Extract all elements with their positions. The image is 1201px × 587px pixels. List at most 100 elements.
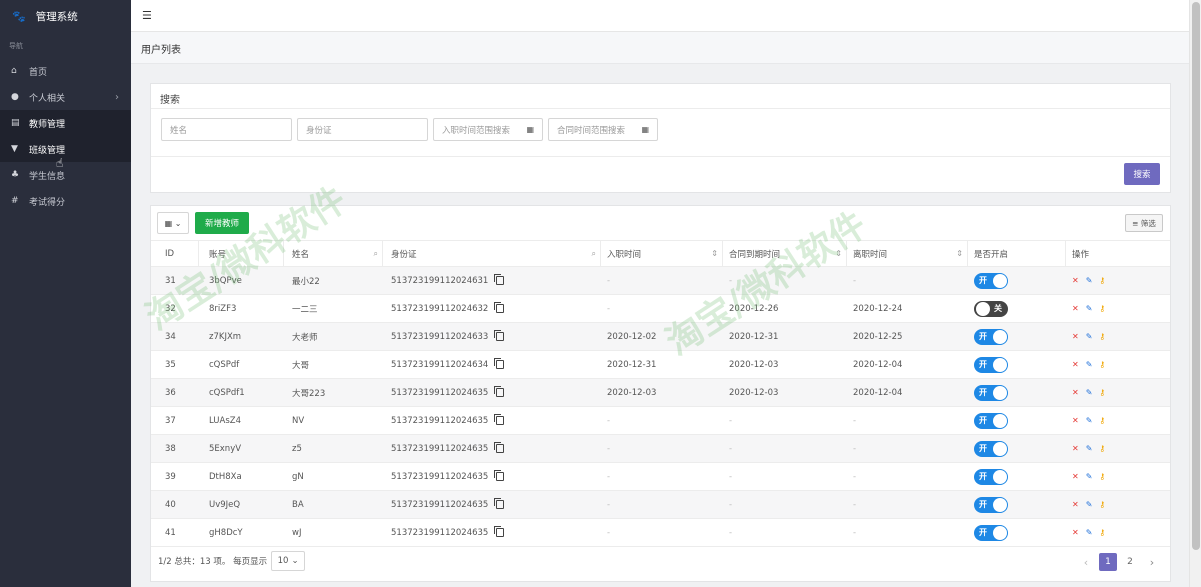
delete-icon[interactable]: ✕: [1072, 500, 1079, 509]
sidebar-item-scores[interactable]: # 考试得分: [0, 188, 131, 214]
enabled-toggle[interactable]: 开: [974, 524, 1008, 541]
key-icon[interactable]: ⚷: [1099, 444, 1105, 453]
sort-icon[interactable]: ⇕: [835, 249, 842, 258]
search-icon[interactable]: ⌕: [592, 249, 596, 259]
delete-icon[interactable]: ✕: [1072, 332, 1079, 341]
page-button-1[interactable]: 1: [1099, 553, 1117, 571]
name-input-placeholder: 姓名: [170, 125, 188, 136]
edit-icon[interactable]: ✎: [1086, 360, 1093, 369]
prev-page-icon[interactable]: ‹: [1077, 553, 1095, 571]
copy-icon[interactable]: [494, 498, 505, 509]
sidebar-item-students[interactable]: ♣ 学生信息: [0, 162, 131, 188]
delete-icon[interactable]: ✕: [1072, 304, 1079, 313]
sort-icon[interactable]: ⇕: [956, 249, 963, 258]
key-icon[interactable]: ⚷: [1099, 416, 1105, 425]
col-header-name[interactable]: 姓名 ⌕: [284, 241, 383, 266]
edit-icon[interactable]: ✎: [1086, 416, 1093, 425]
sidebar-item-teachers[interactable]: ▤ 教师管理: [0, 110, 131, 136]
name-input[interactable]: 姓名: [161, 118, 292, 141]
key-icon[interactable]: ⚷: [1099, 528, 1105, 537]
copy-icon[interactable]: [494, 358, 505, 369]
next-page-icon[interactable]: ›: [1143, 553, 1161, 571]
columns-toggle-button[interactable]: ▦ ⌄: [157, 212, 189, 234]
edit-icon[interactable]: ✎: [1086, 276, 1093, 285]
vertical-scrollbar[interactable]: [1189, 0, 1201, 587]
menu-toggle-icon[interactable]: ☰: [142, 9, 152, 22]
pagination: ‹ 1 2 ›: [1077, 553, 1161, 571]
copy-icon[interactable]: [494, 442, 505, 453]
enabled-toggle[interactable]: 开: [974, 468, 1008, 485]
col-header-idcard[interactable]: 身份证 ⌕: [383, 241, 601, 266]
copy-icon[interactable]: [494, 526, 505, 537]
copy-icon[interactable]: [494, 330, 505, 341]
edit-icon[interactable]: ✎: [1086, 332, 1093, 341]
table-row: 39 DtH8Xa gN 513723199112024635 - - - 开 ✕ ✎ ⚷: [151, 463, 1170, 491]
enabled-toggle[interactable]: 开: [974, 356, 1008, 373]
delete-icon[interactable]: ✕: [1072, 276, 1079, 285]
enabled-toggle[interactable]: 开: [974, 272, 1008, 289]
edit-icon[interactable]: ✎: [1086, 500, 1093, 509]
delete-icon[interactable]: ✕: [1072, 388, 1079, 397]
cell-leave-value: -: [853, 415, 857, 426]
page-size-select[interactable]: 10 ⌄: [271, 551, 306, 571]
col-header-contract[interactable]: 合同到期时间 ⇕: [723, 241, 847, 266]
delete-icon[interactable]: ✕: [1072, 444, 1079, 453]
col-header-account[interactable]: 账号: [199, 241, 284, 266]
enabled-toggle[interactable]: 开: [974, 412, 1008, 429]
enabled-toggle[interactable]: 开: [974, 440, 1008, 457]
contract-date-range-input[interactable]: 合同时间范围搜索 ▦: [548, 118, 658, 141]
sort-icon[interactable]: ⇕: [711, 249, 718, 258]
cell-contract-value: 2020-12-26: [729, 303, 779, 314]
toggle-label: 开: [979, 499, 987, 509]
filter-button[interactable]: ≡ 筛选: [1125, 214, 1163, 232]
sidebar-item-home[interactable]: ⌂ 首页: [0, 58, 131, 84]
edit-icon[interactable]: ✎: [1086, 304, 1093, 313]
add-teacher-button[interactable]: 新增教师: [195, 212, 249, 234]
col-header-leave[interactable]: 离职时间 ⇕: [847, 241, 968, 266]
col-header-open[interactable]: 是否开启: [968, 241, 1066, 266]
sidebar-item-classes[interactable]: ▼ 班级管理: [0, 136, 131, 162]
sidebar-item-personal[interactable]: ● 个人相关 ›: [0, 84, 131, 110]
copy-icon[interactable]: [494, 470, 505, 481]
copy-icon[interactable]: [494, 302, 505, 313]
col-header-join[interactable]: 入职时间 ⇕: [601, 241, 723, 266]
enabled-toggle[interactable]: 开: [974, 328, 1008, 345]
toggle-label: 开: [979, 443, 987, 453]
join-date-range-input[interactable]: 入职时间范围搜索 ▦: [433, 118, 543, 141]
key-icon[interactable]: ⚷: [1099, 500, 1105, 509]
toggle-knob: [993, 525, 1007, 540]
cell-contract: -: [723, 491, 847, 518]
copy-icon[interactable]: [494, 274, 505, 285]
key-icon[interactable]: ⚷: [1099, 360, 1105, 369]
edit-icon[interactable]: ✎: [1086, 388, 1093, 397]
divider: [151, 156, 1170, 157]
search-button[interactable]: 搜索: [1124, 163, 1160, 185]
idcard-input[interactable]: 身份证: [297, 118, 428, 141]
key-icon[interactable]: ⚷: [1099, 332, 1105, 341]
cell-join-value: 2020-12-31: [607, 359, 657, 370]
key-icon[interactable]: ⚷: [1099, 388, 1105, 397]
delete-icon[interactable]: ✕: [1072, 360, 1079, 369]
enabled-toggle[interactable]: 开: [974, 384, 1008, 401]
key-icon[interactable]: ⚷: [1099, 472, 1105, 481]
copy-icon[interactable]: [494, 386, 505, 397]
delete-icon[interactable]: ✕: [1072, 472, 1079, 481]
edit-icon[interactable]: ✎: [1086, 472, 1093, 481]
edit-icon[interactable]: ✎: [1086, 528, 1093, 537]
enabled-toggle[interactable]: 开: [974, 496, 1008, 513]
search-icon[interactable]: ⌕: [374, 249, 378, 259]
edit-icon[interactable]: ✎: [1086, 444, 1093, 453]
delete-icon[interactable]: ✕: [1072, 528, 1079, 537]
scrollbar-thumb[interactable]: [1192, 2, 1200, 550]
key-icon[interactable]: ⚷: [1099, 276, 1105, 285]
nav-caption: 导航: [9, 42, 23, 50]
key-icon[interactable]: ⚷: [1099, 304, 1105, 313]
page-button-2[interactable]: 2: [1121, 553, 1139, 571]
col-header-id[interactable]: ID: [151, 241, 199, 266]
brand[interactable]: 🐾 管理系统: [0, 0, 131, 32]
cell-account-value: DtH8Xa: [209, 471, 242, 482]
delete-icon[interactable]: ✕: [1072, 416, 1079, 425]
copy-icon[interactable]: [494, 414, 505, 425]
enabled-toggle[interactable]: 关: [974, 300, 1008, 317]
hash-icon: #: [11, 196, 19, 206]
